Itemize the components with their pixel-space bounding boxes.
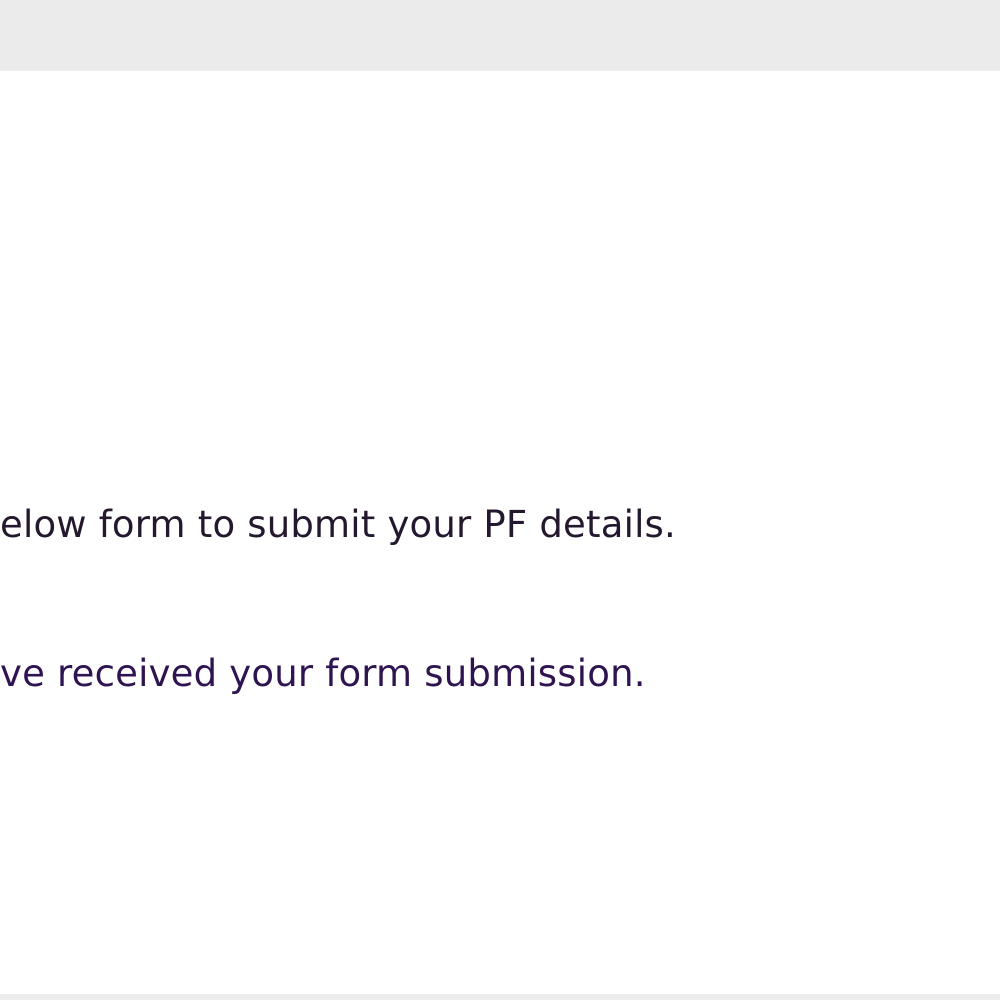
submission-confirmation-text: ve received your form submission. (0, 652, 646, 695)
bottom-strip (0, 994, 1000, 1000)
content-panel: elow form to submit your PF details. ve … (0, 71, 1000, 994)
top-bar (0, 0, 1000, 71)
form-instruction-text: elow form to submit your PF details. (0, 503, 676, 546)
